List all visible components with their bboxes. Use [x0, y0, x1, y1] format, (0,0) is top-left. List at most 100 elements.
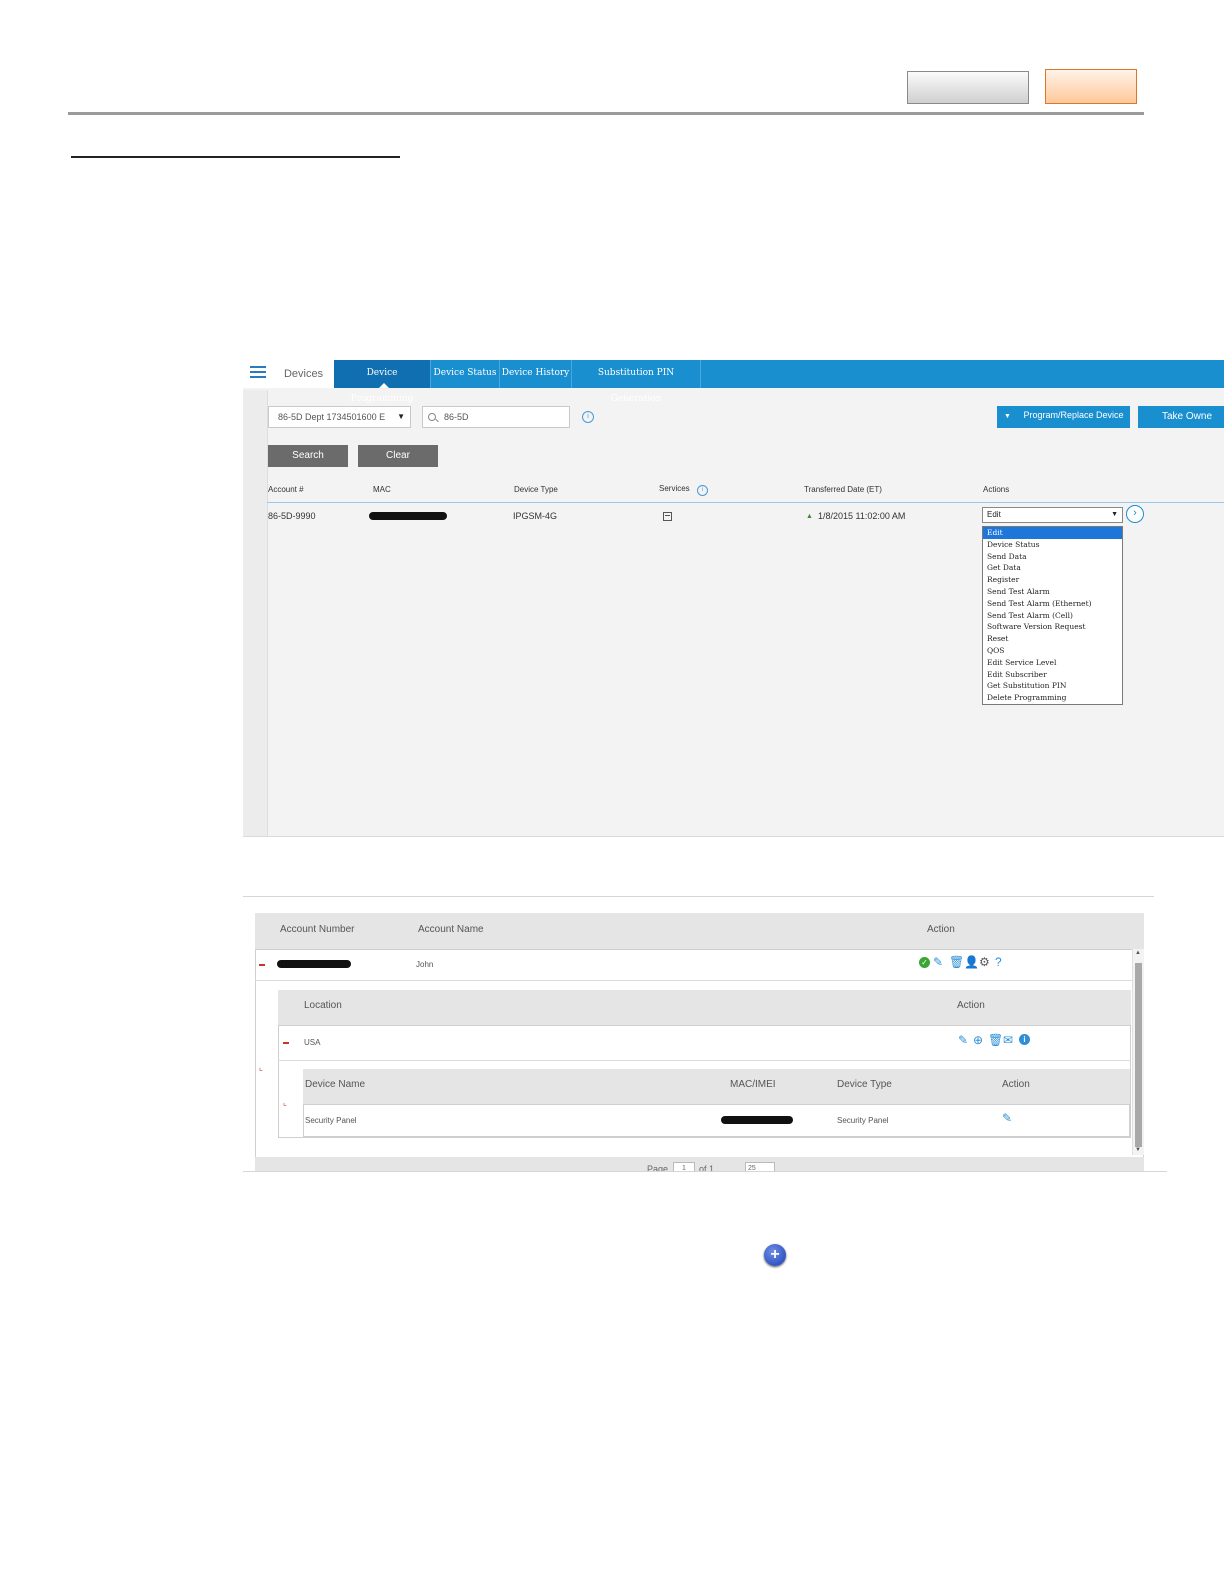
tab-substitution-pin[interactable]: Substitution PIN Generation [572, 360, 701, 404]
take-ownership-button[interactable]: Take Owne [1138, 406, 1224, 428]
info-icon[interactable]: i [1019, 1034, 1030, 1045]
col-device-action: Action [1002, 1079, 1030, 1090]
option-send-data[interactable]: Send Data [983, 551, 1122, 563]
col-action: Action [927, 924, 955, 935]
tree-marker-icon: ⌞ [259, 1063, 263, 1072]
col-transferred: Transferred Date (ET) [804, 485, 882, 494]
help-icon[interactable]: ? [995, 956, 1002, 968]
tab-device-programming[interactable]: Device Programming [334, 360, 431, 404]
option-software-version-request[interactable]: Software Version Request [983, 621, 1122, 633]
col-account: Account # [268, 485, 304, 494]
option-device-status[interactable]: Device Status [983, 539, 1122, 551]
option-edit-subscriber[interactable]: Edit Subscriber [983, 669, 1122, 681]
col-device-type: Device Type [837, 1079, 892, 1090]
program-replace-label: Program/Replace Device [1023, 410, 1124, 420]
col-device-name: Device Name [305, 1079, 366, 1090]
chevron-down-icon: ▼ [1004, 413, 1011, 420]
option-register[interactable]: Register [983, 574, 1122, 586]
add-circle-icon[interactable]: ⊕ [973, 1034, 983, 1046]
col-location-action: Action [957, 1000, 985, 1011]
clear-button[interactable]: Clear [358, 445, 438, 467]
pager-page-input[interactable]: 1 [673, 1162, 695, 1171]
redacted-mac-imei [721, 1116, 793, 1124]
col-location: Location [304, 1000, 342, 1011]
add-circle-icon[interactable]: + [764, 1244, 786, 1266]
section-separator [243, 896, 1154, 897]
redacted-mac [369, 512, 447, 520]
col-actions: Actions [983, 485, 1010, 494]
option-send-test-alarm-cell[interactable]: Send Test Alarm (Cell) [983, 610, 1122, 622]
caret-down-icon: ▼ [397, 412, 405, 421]
account-name: John [416, 960, 434, 969]
trash-icon[interactable]: 🗑 [949, 956, 964, 968]
check-icon[interactable]: ✓ [919, 957, 930, 968]
scroll-up-icon[interactable]: ▲ [1135, 950, 1141, 956]
option-delete-programming[interactable]: Delete Programming [983, 692, 1122, 704]
pager: Page 1 of 1 25 [255, 1157, 1144, 1172]
collapse-location-icon[interactable] [283, 1042, 289, 1044]
accounts-grid-header [255, 913, 1144, 950]
option-qos[interactable]: QOS [983, 645, 1122, 657]
header-gray-button[interactable] [907, 71, 1029, 104]
filter-select[interactable]: 86-5D Dept 1734501600 E ▼ [268, 406, 411, 428]
nav-devices[interactable]: Devices [273, 360, 334, 388]
search-icon [428, 413, 436, 421]
left-rail [243, 390, 268, 836]
row-device-type: IPGSM-4G [513, 511, 558, 521]
scroll-down-icon[interactable]: ▼ [1135, 1147, 1141, 1153]
edit-icon[interactable]: ✎ [933, 956, 943, 968]
redacted-account-number [277, 960, 351, 968]
col-mac: MAC [373, 485, 391, 494]
hamburger-menu-icon[interactable] [243, 360, 273, 388]
edit-icon[interactable]: ✎ [958, 1034, 968, 1046]
actions-select-value: Edit [987, 510, 1001, 519]
scrollbar-thumb[interactable] [1135, 963, 1142, 1147]
tree-marker-icon: ⌞ [283, 1098, 287, 1107]
option-get-data[interactable]: Get Data [983, 562, 1122, 574]
services-info-icon[interactable]: i [697, 485, 708, 496]
device-programming-screenshot: Devices Device Programming Device Status… [243, 360, 1224, 837]
col-device-type: Device Type [514, 485, 558, 494]
option-send-test-alarm[interactable]: Send Test Alarm [983, 586, 1122, 598]
option-send-test-alarm-ethernet[interactable]: Send Test Alarm (Ethernet) [983, 598, 1122, 610]
services-icon[interactable] [663, 512, 672, 521]
collapse-account-icon[interactable] [259, 964, 265, 966]
device-name: Security Panel [305, 1116, 357, 1125]
header-divider [68, 112, 1144, 115]
program-replace-button[interactable]: ▼ Program/Replace Device [997, 406, 1130, 428]
col-services: Services [659, 484, 690, 493]
option-edit[interactable]: Edit [983, 527, 1122, 539]
row-account: 86-5D-9990 [268, 511, 316, 521]
col-account-number: Account Number [280, 924, 355, 935]
chevron-right-icon[interactable]: › [1126, 505, 1144, 523]
trash-icon[interactable]: 🗑 [988, 1034, 1003, 1046]
table-header-divider [267, 502, 1224, 503]
locations-grid-header [278, 990, 1131, 1026]
gear-icon[interactable]: ⚙ [979, 956, 990, 968]
mail-icon[interactable]: ✉ [1003, 1034, 1013, 1046]
search-input[interactable]: 86-5D [422, 406, 570, 428]
col-account-name: Account Name [418, 924, 484, 935]
header-orange-button[interactable] [1045, 69, 1137, 104]
option-edit-service-level[interactable]: Edit Service Level [983, 657, 1122, 669]
arrow-up-icon: ▲ [806, 513, 813, 520]
actions-select[interactable]: Edit ▼ [982, 507, 1123, 523]
row-transferred: 1/8/2015 11:02:00 AM [818, 511, 906, 521]
search-button[interactable]: Search [268, 445, 348, 467]
option-get-substitution-pin[interactable]: Get Substitution PIN [983, 680, 1122, 692]
col-mac-imei: MAC/IMEI [730, 1079, 776, 1090]
edit-icon[interactable]: ✎ [1002, 1112, 1012, 1124]
option-reset[interactable]: Reset [983, 633, 1122, 645]
search-input-value: 86-5D [444, 412, 469, 422]
pager-page-label: Page [647, 1164, 669, 1172]
grid-scrollbar[interactable]: ▲ ▼ [1132, 949, 1144, 1155]
info-icon[interactable]: i [582, 411, 594, 423]
location-name: USA [304, 1038, 321, 1047]
caret-down-icon: ▼ [1111, 511, 1118, 518]
tab-device-status[interactable]: Device Status [431, 360, 500, 388]
user-icon[interactable]: 👤 [964, 956, 979, 968]
tab-device-history[interactable]: Device History [500, 360, 572, 388]
actions-dropdown-list: Edit Device Status Send Data Get Data Re… [982, 526, 1123, 705]
pager-per-page-select[interactable]: 25 [745, 1162, 775, 1171]
row-divider [255, 980, 1132, 981]
